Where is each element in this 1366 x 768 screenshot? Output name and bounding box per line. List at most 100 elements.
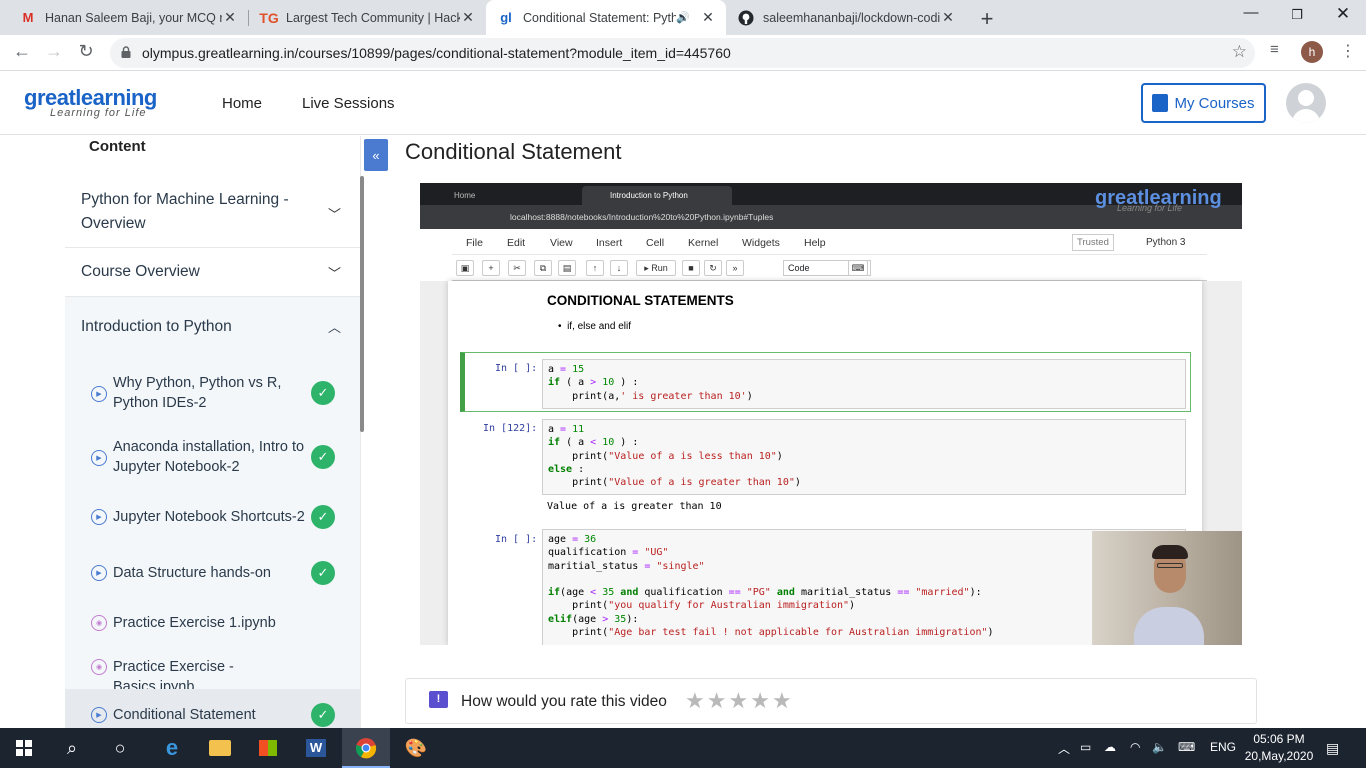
windows-start-icon[interactable] (0, 728, 48, 768)
star-icon[interactable]: ★ (728, 688, 750, 713)
file-explorer-icon[interactable] (196, 728, 244, 768)
sidebar-scrollbar[interactable] (360, 176, 364, 432)
star-icon[interactable]: ★ (772, 688, 794, 713)
browser-menu-icon[interactable]: ⋮ (1340, 41, 1356, 61)
lesson-title: Data Structure hands-on (113, 565, 271, 581)
tab-title: Conditional Statement: Pytho (523, 10, 677, 25)
bookmark-star-icon[interactable]: ☆ (1232, 42, 1247, 62)
close-icon[interactable]: ✕ (460, 9, 476, 26)
onedrive-icon[interactable]: ☁ (1104, 740, 1116, 754)
store-icon[interactable] (244, 728, 292, 768)
cortana-icon[interactable]: ○ (96, 728, 144, 768)
star-icon[interactable]: ★ (685, 688, 707, 713)
bullet-text: if, else and elif (567, 321, 631, 332)
lesson-item[interactable]: ◉ Practice Exercise 1.ipynb (65, 603, 360, 643)
github-icon (738, 10, 754, 26)
move-up-icon: ↑ (586, 260, 604, 276)
lesson-item[interactable]: ◉ Practice Exercise - Basics.ipynb (65, 647, 360, 695)
star-rating[interactable]: ★★★★★ (685, 688, 794, 714)
profile-avatar[interactable]: h (1301, 41, 1323, 63)
rating-question: How would you rate this video (461, 693, 667, 710)
lesson-item[interactable]: ▶ Jupyter Notebook Shortcuts-2 ✓ (65, 497, 360, 537)
back-arrow-icon[interactable]: ← (10, 41, 34, 62)
clock-time: 05:06 PM (1253, 732, 1305, 746)
search-icon[interactable]: ⌕ (48, 728, 96, 768)
browser-tab-gmail[interactable]: M Hanan Saleem Baji, your MCQ re ✕ (8, 0, 248, 35)
play-icon: ▶ (91, 386, 107, 402)
edge-icon[interactable]: e (148, 728, 196, 768)
lesson-item[interactable]: ▶ Why Python, Python vs R, Python IDEs-2… (65, 367, 360, 425)
media-control-icon[interactable]: ≡ (1270, 41, 1279, 58)
address-bar[interactable]: olympus.greatlearning.in/courses/10899/p… (110, 38, 1255, 68)
forward-arrow-icon[interactable]: → (42, 41, 66, 62)
window-close-icon[interactable]: ✕ (1328, 4, 1358, 24)
instructor-webcam (1092, 531, 1242, 645)
video-player[interactable]: Home Introduction to Python localhost:88… (420, 183, 1242, 645)
run-label: Run (651, 263, 668, 273)
greatlearning-logo[interactable]: greatlearning Learning for Life (24, 85, 157, 119)
nav-live-sessions[interactable]: Live Sessions (302, 95, 395, 112)
jupyter-menu-item: Kernel (688, 237, 719, 249)
browser-tab-techgig[interactable]: TG Largest Tech Community | Hacka ✕ (249, 0, 486, 35)
keyboard-tray-icon[interactable]: ⌨ (1178, 740, 1195, 754)
system-clock[interactable]: 05:06 PM 20,May,2020 (1244, 731, 1314, 765)
browser-tab-github[interactable]: saleemhananbaji/lockdown-codi ✕ (726, 0, 966, 35)
section-python-ml-overview[interactable]: Python for Machine Learning - Overview ﹀ (65, 178, 360, 248)
lesson-item[interactable]: ▶ Anaconda installation, Intro to Jupyte… (65, 431, 360, 489)
star-icon[interactable]: ★ (750, 688, 772, 713)
speaker-icon[interactable]: 🔊 (676, 11, 690, 24)
nav-home[interactable]: Home (222, 95, 262, 112)
section-label: Introduction to Python (81, 318, 232, 335)
paint-icon[interactable]: 🎨 (392, 728, 440, 768)
volume-icon[interactable]: 🔈 (1152, 740, 1167, 754)
word-icon[interactable]: W (292, 728, 340, 768)
section-items-list: Introduction to Python ︿ ▶ Why Python, P… (65, 297, 360, 728)
jupyter-toolbar: ▣ + ✂ ⧉ ▤ ↑ ↓ ▸ Run ■ ↻ » Code▾ ⌨ (452, 255, 1207, 281)
collapse-sidebar-button[interactable]: « (364, 139, 388, 171)
sidebar-title: Content (89, 138, 146, 155)
minimize-icon[interactable]: — (1236, 4, 1266, 21)
markdown-bullet: • if, else and elif (558, 321, 631, 332)
section-course-overview[interactable]: Course Overview ﹀ (65, 248, 360, 297)
video-watermark-logo: greatlearning Learning for Life (1095, 187, 1222, 213)
star-icon[interactable]: ★ (707, 688, 729, 713)
chevron-down-icon: ﹀ (327, 266, 341, 281)
keyboard-icon: ⌨ (848, 260, 868, 276)
lesson-item[interactable]: ▶ Data Structure hands-on ✓ (65, 553, 360, 593)
new-tab-button[interactable]: + (976, 6, 998, 32)
jupyter-menu-item: View (550, 237, 573, 249)
my-courses-button[interactable]: My Courses (1141, 83, 1266, 123)
lesson-title: Practice Exercise 1.ipynb (113, 615, 276, 631)
user-avatar[interactable] (1286, 83, 1326, 123)
code-cell-1: a = 15 if ( a > 10 ) : print(a,' is grea… (542, 359, 1186, 409)
tray-chevron-icon[interactable]: ︿ (1058, 740, 1070, 757)
completed-check-icon: ✓ (311, 381, 335, 405)
browser-tab-conditional-statement[interactable]: gl Conditional Statement: Pytho 🔊 ✕ (486, 0, 726, 35)
maximize-icon[interactable]: ❐ (1282, 7, 1312, 23)
chrome-icon[interactable] (342, 728, 390, 768)
wifi-icon[interactable]: ◠ (1130, 740, 1140, 754)
close-icon[interactable]: ✕ (940, 9, 956, 26)
jupyter-menubar: File Edit View Insert Cell Kernel Widget… (452, 229, 1207, 255)
stop-icon: ■ (682, 260, 700, 276)
close-icon[interactable]: ✕ (222, 9, 238, 26)
logo-tagline: Learning for Life (50, 107, 147, 119)
jupyter-menu-item: Edit (507, 237, 526, 249)
gmail-icon: M (22, 10, 34, 25)
completed-check-icon: ✓ (311, 505, 335, 529)
language-indicator[interactable]: ENG (1210, 740, 1236, 754)
battery-icon[interactable]: ▭ (1080, 740, 1091, 754)
reload-icon[interactable]: ↻ (74, 41, 98, 62)
lesson-item-selected[interactable]: ▶ Conditional Statement ✓ (65, 689, 360, 728)
section-intro-to-python[interactable]: Introduction to Python ︿ (65, 297, 360, 359)
play-icon: ▶ (91, 707, 107, 723)
chevron-down-icon: ﹀ (327, 207, 341, 222)
completed-check-icon: ✓ (311, 561, 335, 585)
close-icon[interactable]: ✕ (700, 9, 716, 26)
notebook-icon: ◉ (91, 659, 107, 675)
notifications-icon[interactable]: ▤ (1326, 740, 1339, 757)
copy-icon: ⧉ (534, 260, 552, 276)
windows-taskbar: ⌕ ○ e W 🎨 ︿ ▭ ☁ ◠ 🔈 ⌨ ENG 05:06 PM 20,Ma… (0, 728, 1366, 768)
lesson-title: Conditional Statement (113, 707, 256, 723)
lock-icon (121, 46, 131, 58)
